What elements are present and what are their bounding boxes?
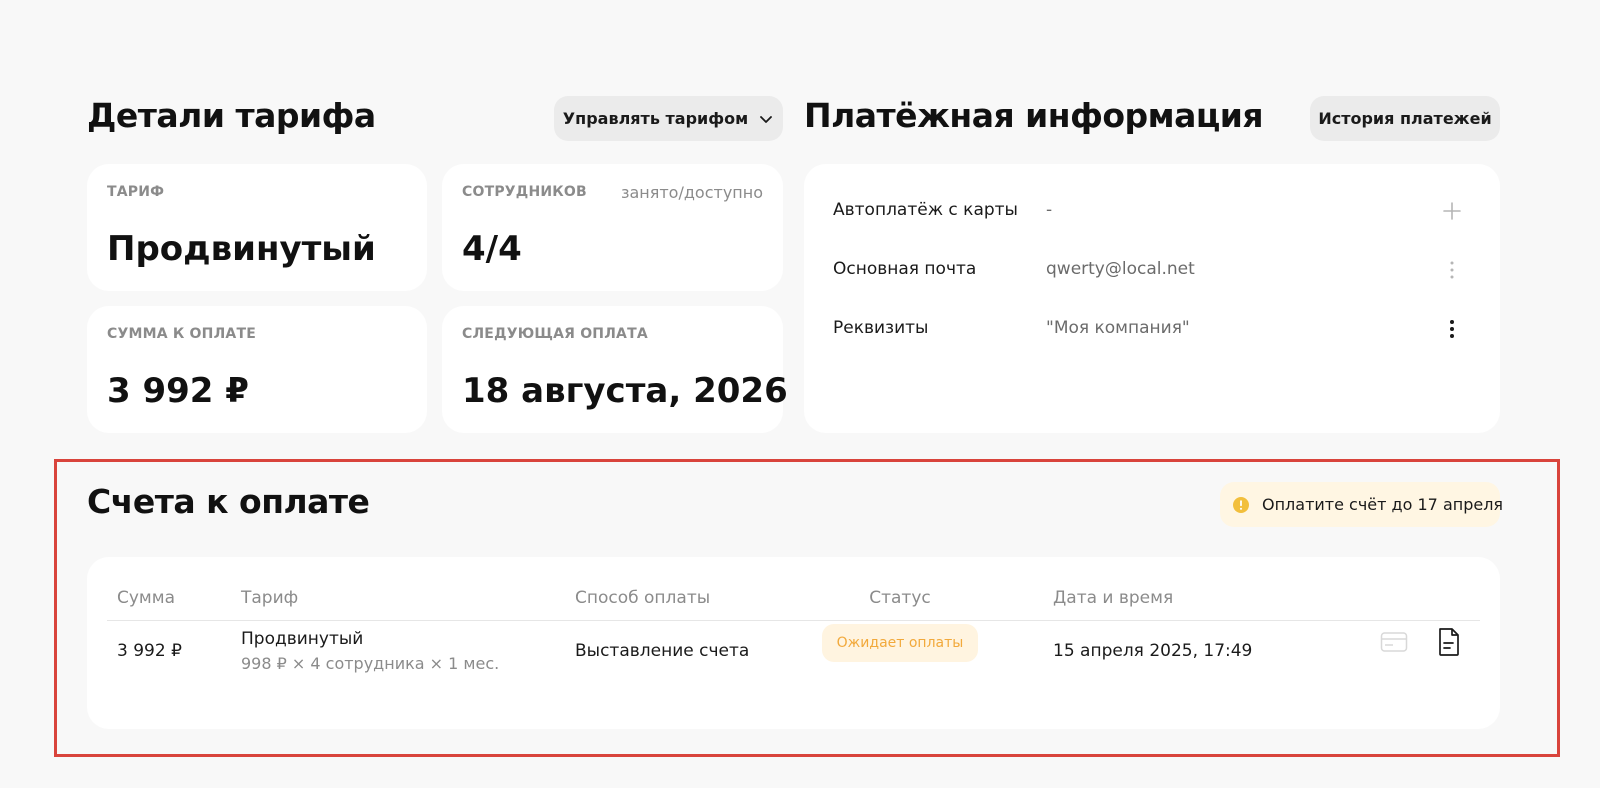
th-datetime: Дата и время (1053, 588, 1174, 608)
next-payment-card-value: 18 августа, 2026 (462, 371, 788, 411)
th-sum: Сумма (117, 588, 175, 608)
row-sum: 3 992 ₽ (117, 641, 182, 661)
pay-by-card-icon[interactable] (1380, 630, 1408, 654)
row-datetime: 15 апреля 2025, 17:49 (1053, 641, 1253, 661)
employees-card-hint: занято/доступно (620, 183, 763, 202)
requisites-label: Реквизиты (833, 318, 929, 338)
status-badge: Ожидает оплаты (822, 624, 978, 662)
payment-section-title: Платёжная информация (804, 96, 1264, 135)
amount-card-value: 3 992 ₽ (107, 371, 249, 411)
payment-due-notice-text: Оплатите счёт до 17 апреля (1262, 495, 1504, 514)
table-row: 3 992 ₽ Продвинутый 998 ₽ × 4 сотрудника… (87, 621, 1500, 721)
employees-card: СОТРУДНИКОВ занято/доступно 4/4 (442, 164, 783, 291)
payment-info-card: Автоплатёж с карты - Основная почта qwer… (804, 164, 1500, 433)
next-payment-card: СЛЕДУЮЩАЯ ОПЛАТА 18 августа, 2026 (442, 306, 788, 433)
tariff-card-label: ТАРИФ (107, 184, 165, 200)
requisites-value: "Моя компания" (1046, 318, 1190, 338)
autopay-label: Автоплатёж с карты (833, 200, 1018, 220)
row-tariff-detail: 998 ₽ × 4 сотрудника × 1 мес. (241, 654, 500, 673)
th-status: Статус (869, 588, 931, 608)
manage-tariff-label: Управлять тарифом (562, 109, 749, 128)
amount-card-label: СУММА К ОПЛАТЕ (107, 326, 256, 342)
next-payment-card-label: СЛЕДУЮЩАЯ ОПЛАТА (462, 326, 648, 342)
chevron-down-icon (758, 111, 774, 127)
autopay-value: - (1046, 200, 1053, 220)
invoice-document-icon[interactable] (1437, 627, 1461, 657)
th-method: Способ оплаты (575, 588, 711, 608)
tariff-section-title: Детали тарифа (87, 96, 376, 135)
employees-card-label: СОТРУДНИКОВ (462, 184, 587, 200)
invoices-table: Сумма Тариф Способ оплаты Статус Дата и … (87, 557, 1500, 729)
employees-card-value: 4/4 (462, 229, 522, 269)
invoices-section-title: Счета к оплате (87, 482, 370, 521)
email-label: Основная почта (833, 259, 977, 279)
row-method: Выставление счета (575, 641, 750, 661)
manage-tariff-button[interactable]: Управлять тарифом (554, 96, 783, 141)
tariff-card: ТАРИФ Продвинутый (87, 164, 427, 291)
email-more-vertical-icon[interactable] (1448, 259, 1456, 281)
payment-history-button[interactable]: История платежей (1310, 96, 1500, 141)
tariff-card-value: Продвинутый (107, 229, 376, 269)
email-value: qwerty@local.net (1046, 259, 1195, 279)
payment-due-notice: Оплатите счёт до 17 апреля (1220, 482, 1504, 527)
amount-card: СУММА К ОПЛАТЕ 3 992 ₽ (87, 306, 427, 433)
row-tariff: Продвинутый (241, 629, 364, 649)
plus-icon[interactable] (1442, 201, 1462, 221)
warning-icon (1232, 496, 1250, 514)
requisites-more-vertical-icon[interactable] (1448, 318, 1456, 340)
th-tariff: Тариф (241, 588, 299, 608)
